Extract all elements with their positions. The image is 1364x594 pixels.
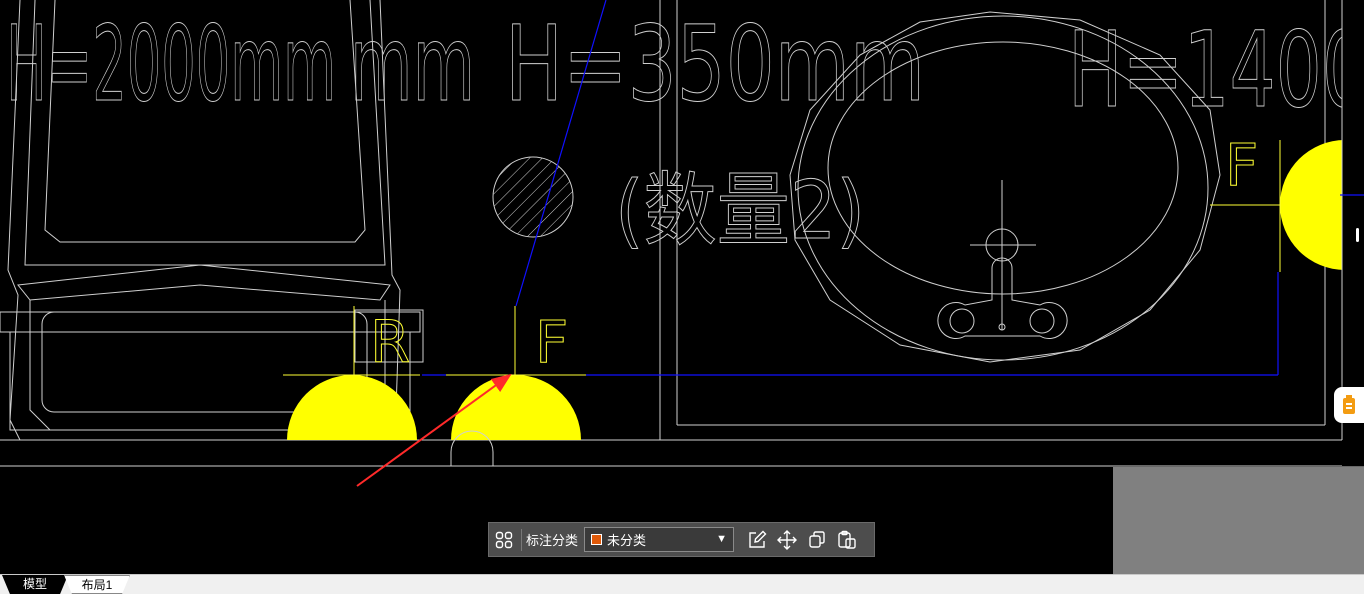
category-color-swatch: [591, 534, 603, 545]
side-plugin-tab[interactable]: [1334, 387, 1364, 423]
grid-icon: [495, 531, 513, 548]
height-label-2: H=350mm: [505, 3, 925, 125]
marker-f-label: F: [535, 308, 568, 376]
tab-model[interactable]: 模型: [2, 575, 68, 594]
paste-button[interactable]: [832, 523, 862, 556]
tab-layout1[interactable]: 布局1: [64, 575, 130, 594]
marker-circle-f: [451, 375, 581, 440]
battery-icon: [1343, 395, 1355, 414]
gray-panel: [1113, 467, 1364, 574]
quantity-label: (数量2): [615, 164, 865, 257]
height-label-unit: mm: [350, 3, 475, 125]
move-button[interactable]: [772, 523, 802, 556]
annotation-category-label: 标注分类: [526, 533, 579, 548]
toolbar-separator: [521, 528, 522, 551]
hatched-circle-symbol: [492, 156, 574, 238]
copy-button[interactable]: [802, 523, 832, 556]
height-label-1: H=2000mm: [6, 3, 336, 125]
side-scroll-handle[interactable]: [1350, 220, 1364, 250]
category-value: 未分类: [607, 533, 647, 548]
edit-icon: [749, 530, 767, 548]
dropdown-arrow-icon: ▼: [716, 533, 728, 545]
category-select[interactable]: 未分类 ▼: [584, 527, 735, 552]
edit-button[interactable]: [742, 523, 772, 556]
marker-f-right-label: F: [1225, 131, 1258, 199]
copy-icon: [809, 530, 825, 548]
marker-circle-r: [287, 375, 417, 440]
move-icon: [777, 529, 798, 550]
layout-tab-bar: 模型 布局1: [0, 574, 1364, 594]
annotation-toolbar: 标注分类 未分类 ▼: [488, 522, 875, 557]
grid-button[interactable]: [489, 523, 519, 556]
paste-icon: [838, 530, 856, 549]
marker-r-label: R: [370, 308, 410, 376]
